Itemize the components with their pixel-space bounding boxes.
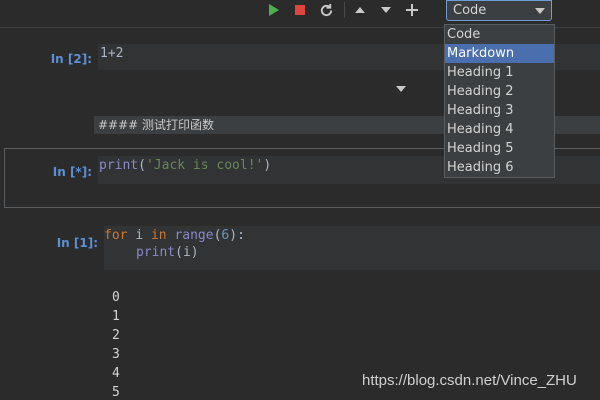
dropdown-option-heading-1[interactable]: Heading 1 [445,63,554,82]
code-line: print('Jack is cool!') [99,158,272,173]
run-icon[interactable] [264,2,284,18]
cell-type-dropdown: Code Markdown Heading 1 Heading 2 Headin… [444,24,555,178]
chevron-down-icon[interactable] [396,86,406,92]
move-up-icon[interactable] [350,2,370,18]
add-cell-icon[interactable] [402,2,422,18]
watermark: https://blog.csdn.net/Vince_ZHU [362,372,577,389]
code-variable: i [135,228,144,243]
dropdown-option-heading-5[interactable]: Heading 5 [445,139,554,158]
cell-type-select-value: Code [453,3,487,18]
cell-prompt: In [1]: [56,236,98,250]
cell-type-select[interactable]: Code [446,0,552,21]
code-line: print(i) [136,245,199,260]
code-variable: i [182,245,191,260]
dropdown-option-code[interactable]: Code [445,25,554,44]
code-line: 1+2 [100,46,124,61]
code-keyword: in [150,228,167,243]
toolbar-separator [344,2,345,18]
output-line: 0 [112,290,120,305]
code-cell-input[interactable]: for i in range(6): print(i) [104,226,600,270]
code-keyword: for [104,228,128,243]
dropdown-option-heading-2[interactable]: Heading 2 [445,82,554,101]
output-line: 5 [112,385,120,400]
dropdown-option-heading-6[interactable]: Heading 6 [445,158,554,177]
output-line: 1 [112,309,120,324]
code-string: 'Jack is cool!' [145,158,264,173]
cell-prompt: In [*]: [52,165,92,179]
chevron-down-icon [535,8,545,14]
restart-icon[interactable] [316,2,336,18]
move-down-icon[interactable] [376,2,396,18]
cell-prompt: In [2]: [50,52,92,66]
dropdown-option-markdown[interactable]: Markdown [445,44,554,63]
code-builtin: range [174,228,214,243]
output-line: 2 [112,328,120,343]
output-line: 3 [112,347,120,362]
code-builtin: print [136,245,176,260]
markdown-text: #### 测试打印函数 [98,118,215,132]
dropdown-option-heading-4[interactable]: Heading 4 [445,120,554,139]
stop-icon[interactable] [290,2,310,18]
output-line: 4 [112,366,120,381]
code-line: for i in range(6): [104,228,245,243]
dropdown-option-heading-3[interactable]: Heading 3 [445,101,554,120]
code-builtin: print [99,158,139,173]
